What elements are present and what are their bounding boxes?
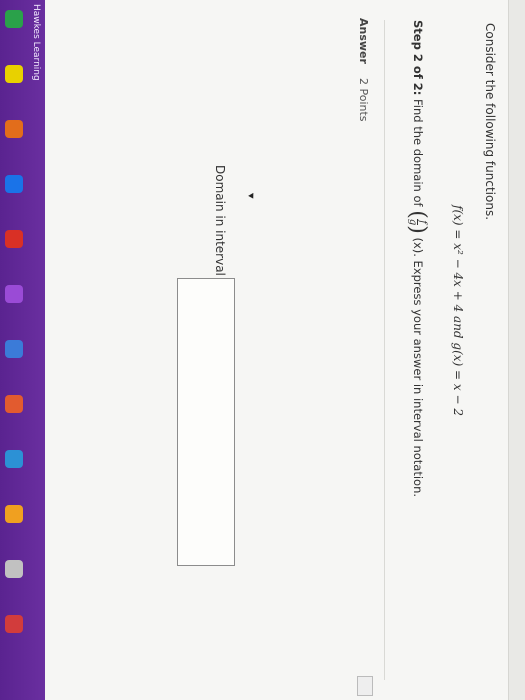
left-paren: ( [405, 210, 430, 219]
dock-app-icon[interactable] [5, 340, 23, 358]
dock-label: Hawkes Learning [31, 4, 41, 81]
answer-label: Answer [357, 18, 370, 64]
dock-app-icon[interactable] [5, 560, 23, 578]
mouse-cursor-icon [248, 192, 256, 201]
dock-app-icon[interactable] [5, 285, 23, 303]
dock-app-icon[interactable] [5, 615, 23, 633]
top-bar [508, 0, 525, 700]
points-label: 2 Points [357, 78, 370, 122]
function-definitions: f(x) = x² − 4x + 4 and g(x) = x − 2 [451, 205, 465, 417]
dock-app-icon[interactable] [5, 230, 23, 248]
step-text-a: Find the domain of [411, 99, 425, 207]
rotated-page: Consider the following functions. f(x) =… [0, 0, 525, 700]
divider [384, 20, 385, 680]
domain-input[interactable] [177, 278, 235, 566]
intro-text: Consider the following functions. [483, 23, 497, 221]
dock-app-icon[interactable] [5, 120, 23, 138]
dock-app-icon[interactable] [5, 505, 23, 523]
taskbar-dock: Hawkes Learning [0, 0, 45, 700]
question-panel: Consider the following functions. f(x) =… [45, 0, 525, 700]
step-label: Step 2 of 2: [411, 20, 425, 96]
dock-app-icon[interactable] [5, 395, 23, 413]
dock-app-icon[interactable] [5, 65, 23, 83]
right-paren: ) [405, 225, 430, 234]
corner-button[interactable] [357, 676, 373, 696]
dock-app-icon[interactable] [5, 450, 23, 468]
dock-app-icon[interactable] [5, 10, 23, 28]
step-text-b: (x). Express your answer in interval not… [411, 237, 425, 498]
dock-app-icon[interactable] [5, 175, 23, 193]
step-instruction: Step 2 of 2: Find the domain of (f g) (x)… [405, 20, 430, 497]
